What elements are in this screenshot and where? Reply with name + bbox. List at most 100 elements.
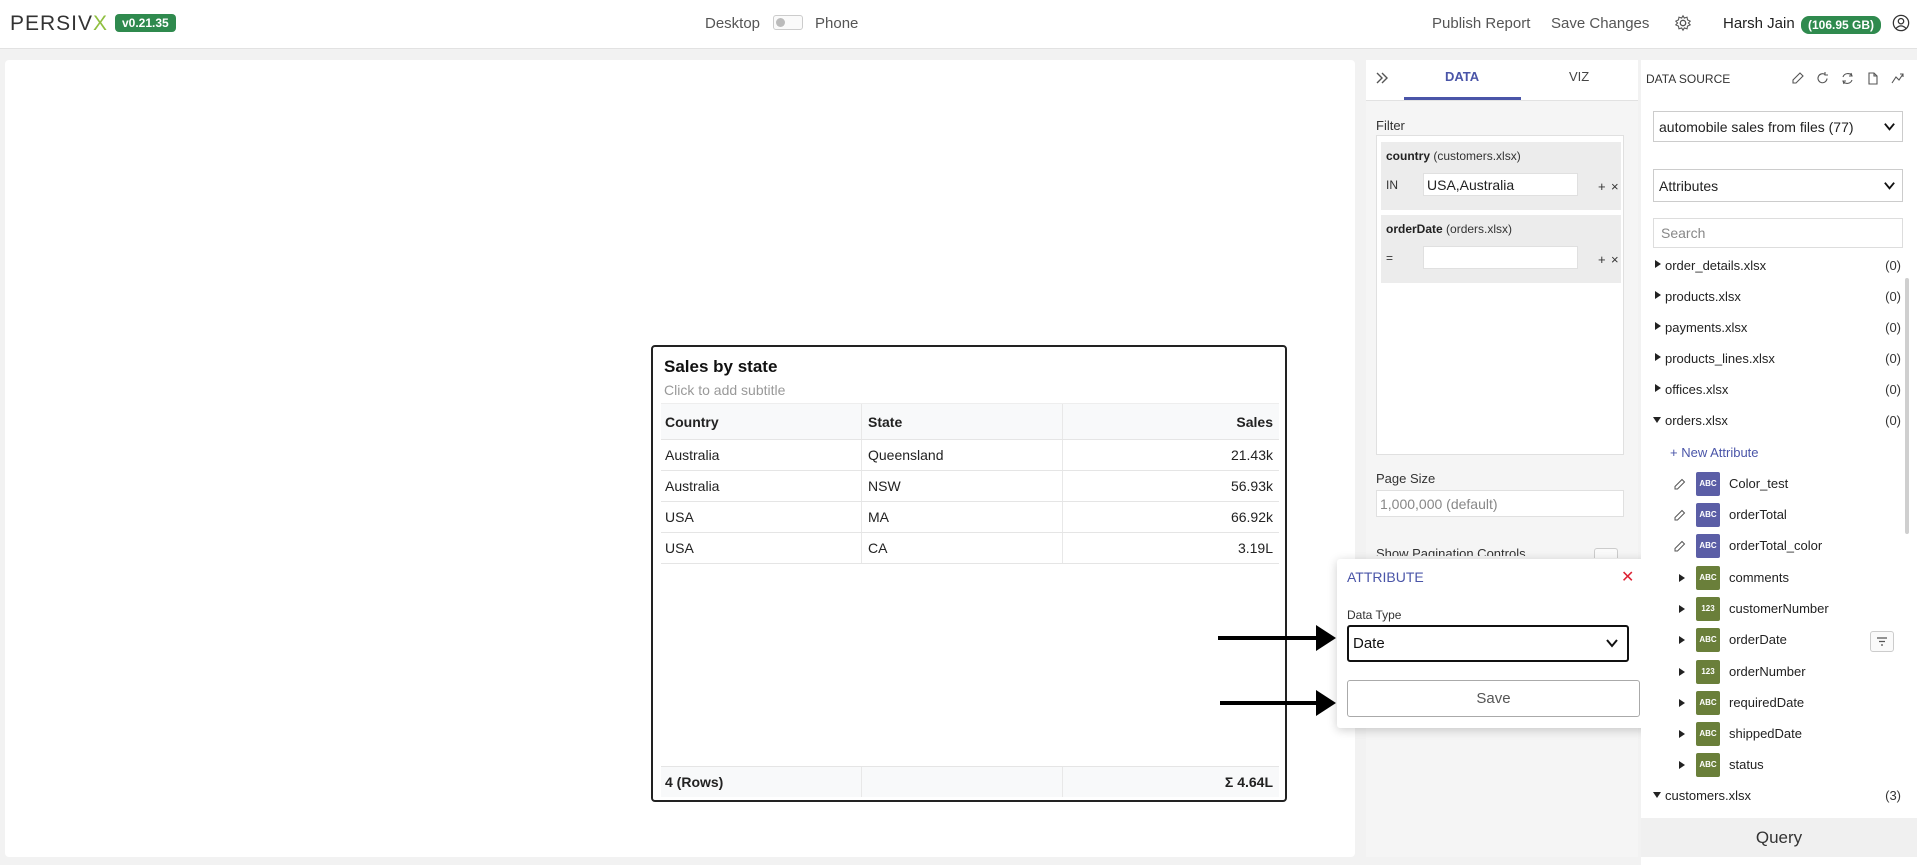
type-badge: ABC xyxy=(1696,722,1720,746)
data-source-value: automobile sales from files (77) xyxy=(1659,118,1854,135)
attribute-row[interactable]: ABC shippedDate xyxy=(1641,722,1901,748)
attribute-name: status xyxy=(1729,757,1764,772)
file-count: (0) xyxy=(1885,382,1901,397)
file-row-products-lines[interactable]: products_lines.xlsx (0) xyxy=(1641,347,1901,371)
type-badge: ABC xyxy=(1696,472,1720,496)
save-changes-button[interactable]: Save Changes xyxy=(1551,15,1649,32)
attribute-row[interactable]: ABC requiredDate xyxy=(1641,691,1901,717)
add-filter-value-icon[interactable]: + xyxy=(1598,179,1606,194)
file-row-products[interactable]: products.xlsx (0) xyxy=(1641,285,1901,309)
pagination-label: Show Pagination Controls xyxy=(1376,546,1526,556)
file-name: products.xlsx xyxy=(1665,289,1741,304)
attribute-row[interactable]: ABC status xyxy=(1641,753,1901,779)
document-icon[interactable] xyxy=(1865,71,1880,86)
attribute-row[interactable]: ABC orderTotal xyxy=(1641,503,1901,529)
attribute-name: comments xyxy=(1729,570,1789,585)
widget-subtitle[interactable]: Click to add subtitle xyxy=(664,382,785,398)
filter-operator[interactable]: IN xyxy=(1386,178,1398,192)
cell-sales: 66.92k xyxy=(1230,509,1273,525)
file-row-payments[interactable]: payments.xlsx (0) xyxy=(1641,316,1901,340)
caret-right-icon[interactable] xyxy=(1676,728,1688,740)
remove-filter-icon[interactable]: × xyxy=(1611,179,1619,194)
attribute-row[interactable]: ABC Color_test xyxy=(1641,472,1901,498)
add-filter-value-icon[interactable]: + xyxy=(1598,252,1606,267)
data-type-value: Date xyxy=(1353,635,1385,652)
table-widget[interactable]: Sales by state Click to add subtitle Cou… xyxy=(651,345,1287,802)
user-account-icon[interactable] xyxy=(1892,14,1910,32)
save-button[interactable]: Save xyxy=(1347,680,1640,717)
pagination-toggle[interactable] xyxy=(1594,548,1618,558)
data-type-select[interactable]: Date xyxy=(1347,625,1629,662)
app-logo[interactable]: PERSIVX xyxy=(10,12,108,36)
attribute-popup: ATTRIBUTE ✕ Data Type Date Save xyxy=(1337,559,1647,728)
pencil-icon[interactable] xyxy=(1674,540,1686,552)
attribute-row[interactable]: ABC comments xyxy=(1641,566,1901,592)
data-source-select[interactable]: automobile sales from files (77) xyxy=(1653,111,1903,142)
caret-right-icon[interactable] xyxy=(1676,759,1688,771)
attribute-name: shippedDate xyxy=(1729,726,1802,741)
file-count: (0) xyxy=(1885,258,1901,273)
new-attribute-link[interactable]: + New Attribute xyxy=(1670,445,1759,460)
type-badge: ABC xyxy=(1696,566,1720,590)
file-name: customers.xlsx xyxy=(1665,788,1751,803)
file-row-offices[interactable]: offices.xlsx (0) xyxy=(1641,378,1901,402)
storage-badge: (106.95 GB) xyxy=(1801,16,1882,34)
device-toggle[interactable] xyxy=(773,15,803,30)
caret-right-icon[interactable] xyxy=(1676,572,1688,584)
close-icon[interactable]: ✕ xyxy=(1621,567,1634,587)
filter-title: country (customers.xlsx) xyxy=(1386,149,1521,163)
attribute-name: customerNumber xyxy=(1729,601,1829,616)
filter-operator[interactable]: = xyxy=(1386,251,1393,265)
attribute-row[interactable]: 123 orderNumber xyxy=(1641,660,1901,686)
filter-label: Filter xyxy=(1376,118,1405,133)
caret-down-icon xyxy=(1653,792,1661,798)
widget-title[interactable]: Sales by state xyxy=(664,357,777,377)
page-size-input[interactable]: 1,000,000 (default) xyxy=(1376,490,1624,517)
scrollbar[interactable] xyxy=(1905,278,1909,534)
caret-down-icon xyxy=(1653,417,1661,423)
attribute-name: orderNumber xyxy=(1729,664,1806,679)
attribute-row[interactable]: ABC orderDate xyxy=(1641,628,1901,654)
attribute-name: requiredDate xyxy=(1729,695,1805,710)
attribute-search-input[interactable]: Search xyxy=(1653,218,1903,248)
column-header-country[interactable]: Country xyxy=(661,404,862,439)
column-header-sales[interactable]: Sales xyxy=(1063,404,1279,439)
file-name: offices.xlsx xyxy=(1665,382,1729,397)
collapse-panel-icon[interactable] xyxy=(1374,70,1390,86)
filter-value-input[interactable]: USA,Australia xyxy=(1423,173,1578,196)
publish-report-button[interactable]: Publish Report xyxy=(1432,15,1530,32)
caret-right-icon[interactable] xyxy=(1676,603,1688,615)
type-badge: ABC xyxy=(1696,753,1720,777)
column-header-state[interactable]: State xyxy=(862,404,1063,439)
attributes-mode-select[interactable]: Attributes xyxy=(1653,169,1903,202)
sync-icon[interactable] xyxy=(1840,71,1855,86)
caret-right-icon xyxy=(1655,353,1661,361)
caret-right-icon[interactable] xyxy=(1676,634,1688,646)
filter-icon[interactable] xyxy=(1870,631,1894,652)
filter-value-input[interactable] xyxy=(1423,246,1578,269)
phone-label[interactable]: Phone xyxy=(815,15,858,32)
share-icon[interactable] xyxy=(1890,71,1905,86)
chevron-down-icon xyxy=(1884,123,1895,131)
table-row: USA CA 3.19L xyxy=(661,533,1279,564)
refresh-icon[interactable] xyxy=(1815,71,1830,86)
tab-viz[interactable]: VIZ xyxy=(1569,69,1589,84)
footer-total: Σ 4.64L xyxy=(1224,774,1273,790)
data-source-title: DATA SOURCE xyxy=(1646,72,1731,86)
file-row-customers[interactable]: customers.xlsx (3) xyxy=(1641,784,1901,808)
edit-icon[interactable] xyxy=(1790,71,1805,86)
tab-data[interactable]: DATA xyxy=(1445,69,1479,84)
file-row-order-details[interactable]: order_details.xlsx (0) xyxy=(1641,254,1901,278)
pencil-icon[interactable] xyxy=(1674,478,1686,490)
caret-right-icon[interactable] xyxy=(1676,666,1688,678)
remove-filter-icon[interactable]: × xyxy=(1611,252,1619,267)
caret-right-icon[interactable] xyxy=(1676,697,1688,709)
desktop-label[interactable]: Desktop xyxy=(705,15,760,32)
type-badge: ABC xyxy=(1696,628,1720,652)
attribute-row[interactable]: 123 customerNumber xyxy=(1641,597,1901,623)
query-button[interactable]: Query xyxy=(1641,818,1917,857)
settings-gear-icon[interactable] xyxy=(1674,14,1692,32)
attribute-row[interactable]: ABC orderTotal_color xyxy=(1641,534,1901,560)
pencil-icon[interactable] xyxy=(1674,509,1686,521)
file-row-orders[interactable]: orders.xlsx (0) xyxy=(1641,409,1901,433)
